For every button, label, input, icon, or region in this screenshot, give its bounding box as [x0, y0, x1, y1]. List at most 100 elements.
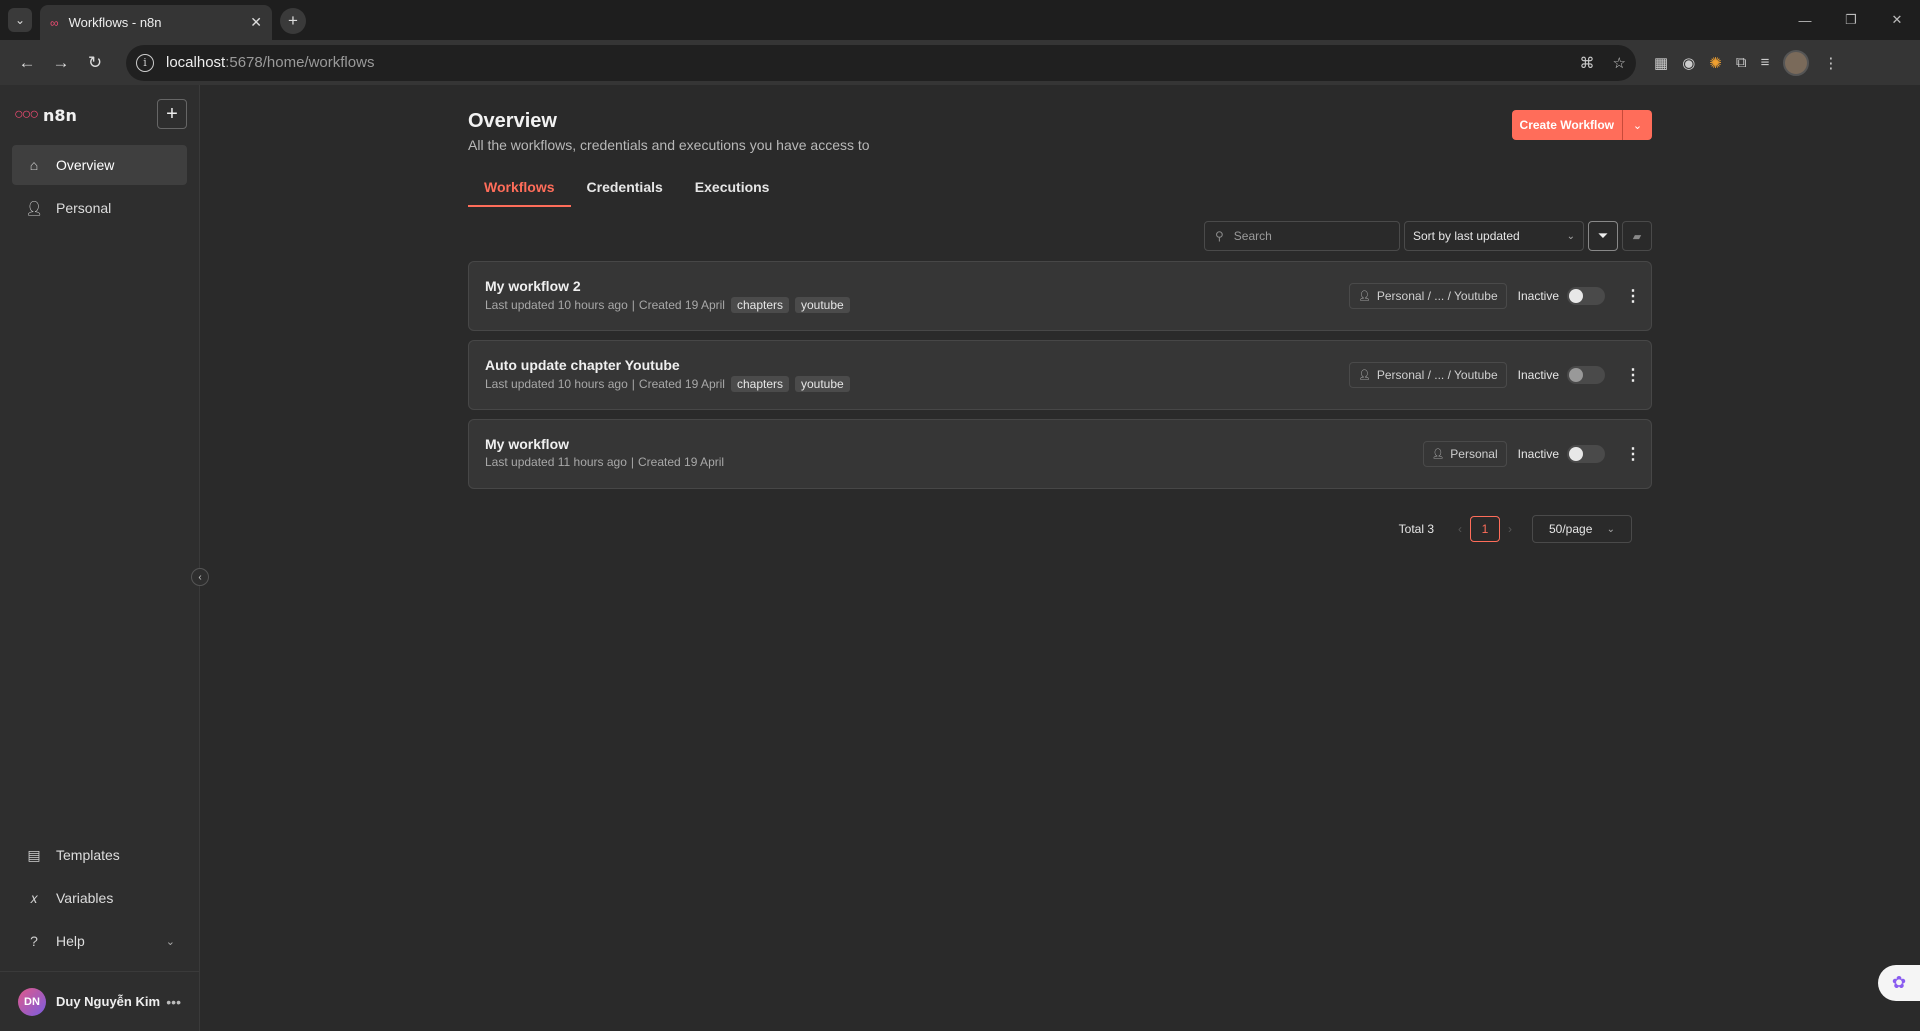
sidebar-item-help[interactable]: ? Help ⌄ [12, 921, 187, 961]
more-vertical-icon[interactable]: ⋮ [1625, 444, 1641, 464]
sidebar-item-label: Overview [56, 157, 115, 173]
kebab-menu-icon[interactable]: ⋮ [1823, 54, 1838, 72]
url-host: localhost [166, 54, 226, 71]
sidebar-item-overview[interactable]: ⌂ Overview [12, 145, 187, 185]
active-toggle[interactable] [1567, 287, 1605, 305]
sidebar-item-templates[interactable]: ▤ Templates [12, 835, 187, 875]
sidebar-item-label: Templates [56, 847, 120, 863]
owner-badge[interactable]: 👤︎ Personal [1422, 441, 1507, 467]
arrow-right-icon: → [52, 52, 70, 72]
workflow-card[interactable]: Auto update chapter Youtube Last updated… [468, 340, 1652, 410]
tab-executions[interactable]: Executions [679, 179, 786, 207]
avatar: DN [18, 987, 46, 1016]
search-input[interactable]: ⚲ Search [1204, 221, 1400, 251]
back-button[interactable]: ← [10, 46, 44, 80]
workflow-created: Created 19 April [638, 377, 725, 391]
translate-icon[interactable]: ⌘ [1580, 54, 1595, 72]
sort-select[interactable]: Sort by last updated ⌄ [1404, 221, 1584, 251]
browser-titlebar: ⌄ ∞ Workflows - n8n ✕ + — ❐ ✕ [0, 0, 1920, 40]
sidebar-item-variables[interactable]: 𝑥 Variables [12, 878, 187, 918]
browser-toolbar: ← → ↻ i localhost:5678/home/workflows ⌘ … [0, 40, 1920, 85]
assistant-widget[interactable]: ✿ [1878, 965, 1920, 1001]
page-subtitle: All the workflows, credentials and execu… [468, 137, 870, 153]
owner-badge[interactable]: 👤︎ Personal / ... / Youtube [1349, 283, 1507, 309]
filter-button[interactable]: ⏷ [1588, 221, 1618, 251]
workflow-actions: 👤︎ Personal / ... / Youtube Inactive ⋮ [1349, 341, 1641, 409]
camera-icon[interactable]: ◉ [1682, 54, 1695, 72]
reload-button[interactable]: ↻ [78, 46, 112, 80]
tab-search-button[interactable]: ⌄ [8, 8, 32, 32]
minimize-icon[interactable]: — [1782, 0, 1828, 40]
meta-separator: | [631, 298, 635, 312]
workflow-actions: 👤︎ Personal / ... / Youtube Inactive ⋮ [1349, 262, 1641, 330]
media-queue-icon[interactable]: ≡ [1761, 54, 1770, 71]
workflow-tag[interactable]: chapters [730, 297, 789, 313]
more-vertical-icon[interactable]: ⋮ [1625, 286, 1641, 306]
status-label: Inactive [1517, 368, 1559, 382]
browser-profile-avatar[interactable] [1783, 49, 1810, 76]
sidebar-item-label: Help [56, 933, 85, 949]
restore-icon[interactable]: ❐ [1828, 0, 1874, 40]
filter-bar: ⚲ Search Sort by last updated ⌄ ⏷ ▰ [468, 221, 1652, 251]
page-button-current[interactable]: 1 [1470, 516, 1500, 542]
site-info-icon[interactable]: i [136, 53, 154, 72]
puzzle-icon[interactable]: ⧉ [1736, 54, 1747, 71]
status-label: Inactive [1517, 289, 1559, 303]
folder-button[interactable]: ▰ [1622, 221, 1652, 251]
star-icon[interactable]: ☆ [1613, 54, 1626, 72]
arrow-left-icon: ← [18, 52, 36, 72]
extension-orange-icon[interactable]: ✺ [1709, 54, 1722, 72]
close-icon[interactable]: ✕ [250, 14, 262, 31]
n8n-logo-icon: ○○○ [14, 106, 39, 123]
owner-path: Personal / ... / Youtube [1376, 289, 1498, 303]
workflow-tag[interactable]: youtube [795, 297, 850, 313]
sidebar-item-personal[interactable]: 👤︎ Personal [12, 188, 187, 228]
user-icon: 👤︎ [1431, 448, 1445, 460]
brand-name: n8n [43, 105, 77, 125]
main-content: Overview All the workflows, credentials … [200, 85, 1920, 1031]
user-name: Duy Nguyễn Kim [56, 994, 161, 1009]
workflow-list: My workflow 2 Last updated 10 hours ago … [468, 261, 1652, 489]
workflow-updated: Last updated 11 hours ago [485, 455, 627, 469]
tab-workflows[interactable]: Workflows [468, 179, 571, 207]
add-button[interactable]: + [157, 99, 187, 129]
brain-icon: ✿ [1891, 973, 1907, 992]
question-icon: ? [30, 933, 38, 949]
address-bar[interactable]: i localhost:5678/home/workflows ⌘ ☆ [126, 44, 1636, 81]
owner-path: Personal [1450, 447, 1498, 461]
workflow-created: Created 19 April [638, 298, 725, 312]
more-horizontal-icon[interactable]: ••• [166, 994, 181, 1010]
new-tab-button[interactable]: + [280, 8, 306, 34]
home-icon: ⌂ [29, 157, 39, 173]
chevron-right-icon[interactable]: › [1508, 522, 1512, 536]
n8n-app: ○○○ n8n + ⌂ Overview 👤︎ Personal ▤ Templ… [0, 85, 1920, 1031]
qr-icon[interactable]: ▦ [1654, 54, 1668, 72]
forward-button[interactable]: → [44, 46, 78, 80]
pagination-total: Total 3 [1398, 522, 1434, 536]
workflow-tag[interactable]: youtube [795, 376, 850, 392]
tab-credentials[interactable]: Credentials [571, 179, 679, 207]
workflow-card[interactable]: My workflow 2 Last updated 10 hours ago … [468, 261, 1652, 331]
page-size-select[interactable]: 50/page ⌄ [1532, 515, 1632, 543]
more-vertical-icon[interactable]: ⋮ [1625, 365, 1641, 385]
active-toggle[interactable] [1567, 366, 1605, 384]
sidebar: ○○○ n8n + ⌂ Overview 👤︎ Personal ▤ Templ… [0, 85, 209, 1031]
active-toggle[interactable] [1567, 445, 1605, 463]
create-workflow-button[interactable]: Create Workflow [1511, 110, 1622, 140]
close-window-icon[interactable]: ✕ [1874, 0, 1920, 40]
workflow-tag[interactable]: chapters [730, 376, 789, 392]
owner-badge[interactable]: 👤︎ Personal / ... / Youtube [1349, 362, 1507, 388]
search-icon: ⚲ [1215, 229, 1224, 243]
workflow-updated: Last updated 10 hours ago [485, 298, 628, 312]
toggle-knob [1569, 447, 1583, 461]
chevron-down-icon: ⌄ [14, 13, 26, 27]
create-options-dropdown[interactable]: ⌄ [1622, 110, 1652, 140]
user-menu[interactable]: DN Duy Nguyễn Kim ••• [0, 971, 199, 1031]
chevron-left-icon[interactable]: ‹ [1458, 522, 1462, 536]
workflow-card[interactable]: My workflow Last updated 11 hours ago | … [468, 419, 1652, 489]
status-label: Inactive [1517, 447, 1559, 461]
tab-title: Workflows - n8n [68, 15, 162, 30]
browser-tab[interactable]: ∞ Workflows - n8n ✕ [40, 5, 272, 40]
url-path: :5678/home/workflows [225, 54, 375, 71]
workflow-updated: Last updated 10 hours ago [485, 377, 628, 391]
